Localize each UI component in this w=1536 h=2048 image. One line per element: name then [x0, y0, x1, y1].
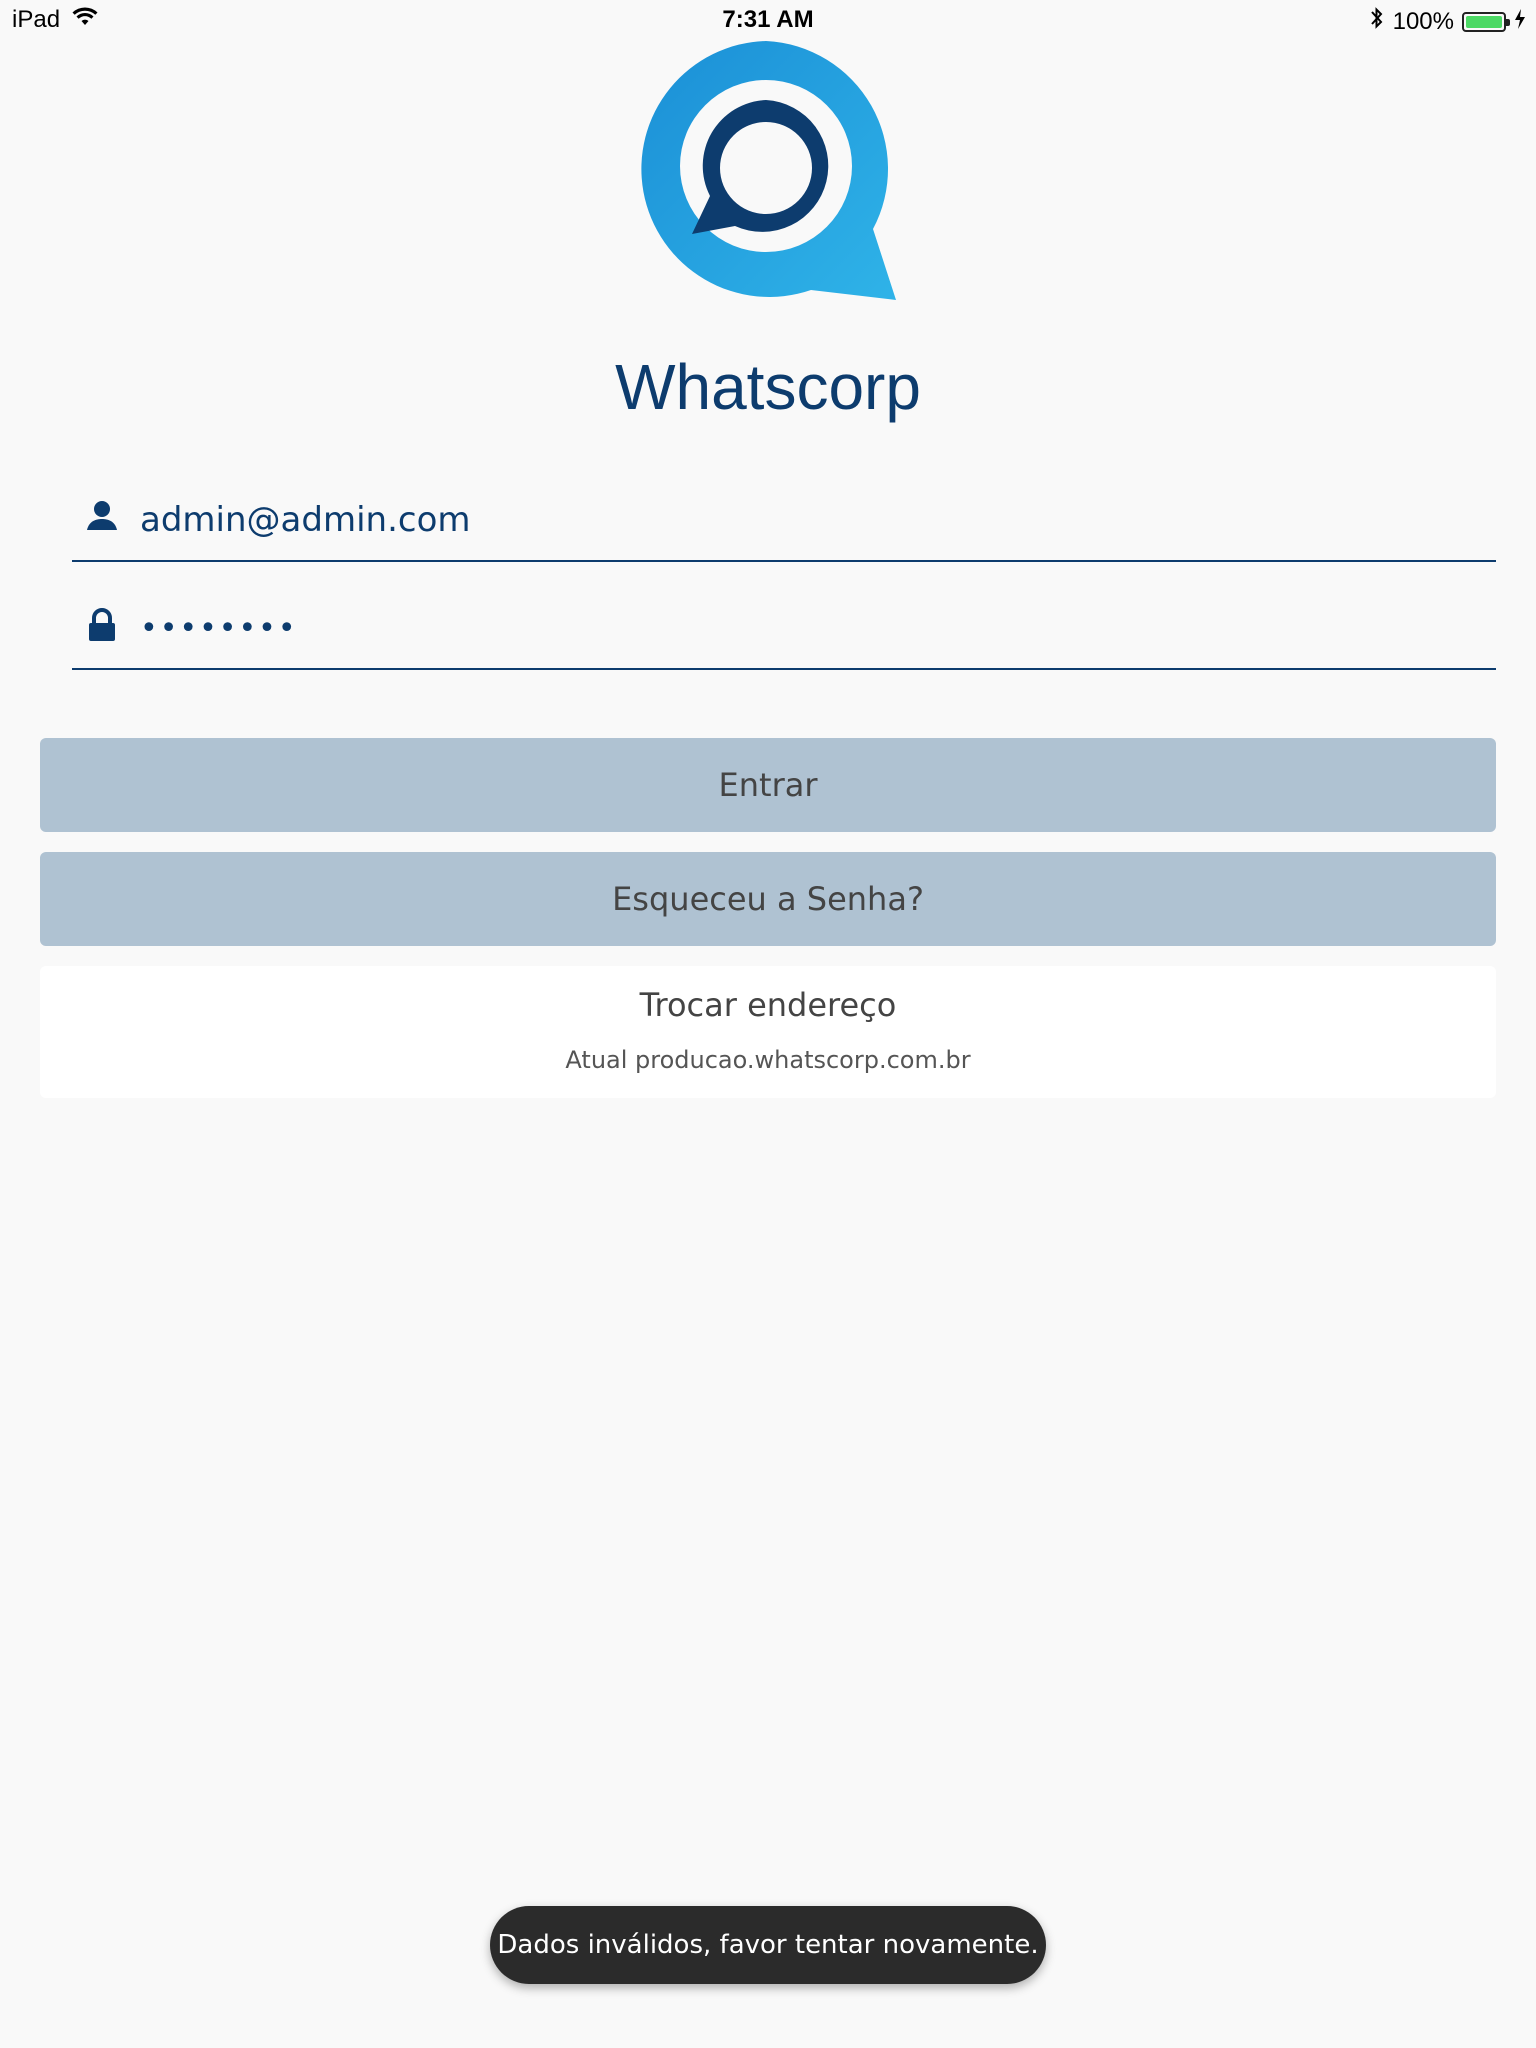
forgot-password-button[interactable]: Esqueceu a Senha?: [40, 852, 1496, 946]
charging-icon: [1514, 8, 1526, 36]
status-time: 7:31 AM: [722, 6, 814, 33]
lock-icon: [86, 608, 118, 642]
change-address-title: Trocar endereço: [639, 986, 897, 1024]
login-button[interactable]: Entrar: [40, 738, 1496, 832]
change-address-button[interactable]: Trocar endereço Atual producao.whatscorp…: [40, 966, 1496, 1098]
user-icon: [86, 500, 118, 534]
battery-percent: 100%: [1392, 7, 1454, 35]
toast-message: Dados inválidos, favor tentar novamente.: [497, 1930, 1039, 1960]
status-right: 100%: [1369, 6, 1526, 37]
status-bar: iPad 7:31 AM 100%: [0, 0, 1536, 40]
whatscorp-logo-icon: [630, 36, 910, 306]
battery-nub: [1506, 18, 1510, 26]
current-address: Atual producao.whatscorp.com.br: [565, 1046, 971, 1074]
bluetooth-icon: [1369, 6, 1385, 37]
app-title: Whatscorp: [615, 351, 921, 423]
battery-fill: [1466, 15, 1502, 28]
email-field[interactable]: [72, 482, 1496, 562]
battery-icon: [1462, 11, 1510, 32]
password-field[interactable]: [72, 590, 1496, 670]
email-input[interactable]: [140, 492, 1480, 548]
error-toast: Dados inválidos, favor tentar novamente.: [490, 1906, 1046, 1984]
password-input[interactable]: [140, 600, 1480, 656]
